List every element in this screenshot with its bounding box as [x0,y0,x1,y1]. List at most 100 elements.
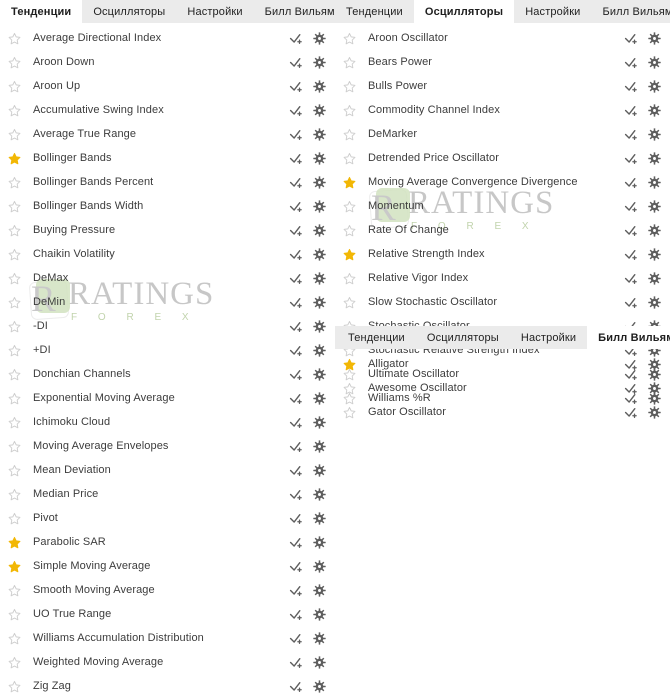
star-icon[interactable] [8,224,21,237]
check-plus-icon[interactable] [289,176,302,189]
tab-oscillators-1[interactable]: Тенденции [335,0,414,23]
gear-icon[interactable] [648,79,661,93]
gear-icon[interactable] [648,175,661,189]
tab-trends-2[interactable]: Осцилляторы [82,0,177,23]
star-icon[interactable] [8,464,21,477]
check-plus-icon[interactable] [289,296,302,309]
gear-icon[interactable] [313,55,326,69]
indicator-row[interactable]: Bears Power [335,50,670,74]
star-icon[interactable] [8,104,21,117]
indicator-row[interactable]: Average Directional Index [0,26,335,50]
tab-trends-3[interactable]: Настройки [176,0,254,23]
check-plus-icon[interactable] [289,416,302,429]
gear-icon[interactable] [313,391,326,405]
check-plus-icon[interactable] [289,272,302,285]
gear-icon[interactable] [648,31,661,45]
indicator-row[interactable]: Weighted Moving Average [0,650,335,674]
star-icon[interactable] [8,248,21,261]
star-icon[interactable] [8,584,21,597]
gear-icon[interactable] [648,271,661,285]
star-icon[interactable] [343,176,356,189]
check-plus-icon[interactable] [289,488,302,501]
check-plus-icon[interactable] [289,680,302,693]
indicator-row[interactable]: UO True Range [0,602,335,626]
check-plus-icon[interactable] [624,272,637,285]
star-icon[interactable] [343,128,356,141]
gear-icon[interactable] [313,247,326,261]
check-plus-icon[interactable] [289,104,302,117]
check-plus-icon[interactable] [289,560,302,573]
indicator-row[interactable]: DeMarker [335,122,670,146]
check-plus-icon[interactable] [289,32,302,45]
check-plus-icon[interactable] [624,104,637,117]
indicator-row[interactable]: +DI [0,338,335,362]
star-icon[interactable] [343,272,356,285]
gear-icon[interactable] [648,381,661,395]
check-plus-icon[interactable] [289,608,302,621]
indicator-row[interactable]: Simple Moving Average [0,554,335,578]
check-plus-icon[interactable] [624,296,637,309]
check-plus-icon[interactable] [289,248,302,261]
check-plus-icon[interactable] [624,382,637,395]
indicator-row[interactable]: Slow Stochastic Oscillator [335,290,670,314]
indicator-row[interactable]: Bollinger Bands Width [0,194,335,218]
check-plus-icon[interactable] [624,56,637,69]
check-plus-icon[interactable] [289,152,302,165]
check-plus-icon[interactable] [624,248,637,261]
star-icon[interactable] [343,382,356,395]
gear-icon[interactable] [313,487,326,501]
indicator-row[interactable]: Pivot [0,506,335,530]
star-icon[interactable] [8,632,21,645]
indicator-row[interactable]: Gator Oscillator [335,400,670,424]
gear-icon[interactable] [648,199,661,213]
gear-icon[interactable] [313,151,326,165]
gear-icon[interactable] [313,655,326,669]
gear-icon[interactable] [648,127,661,141]
gear-icon[interactable] [313,439,326,453]
check-plus-icon[interactable] [289,392,302,405]
star-icon[interactable] [8,488,21,501]
star-icon[interactable] [343,56,356,69]
gear-icon[interactable] [313,79,326,93]
gear-icon[interactable] [313,295,326,309]
indicator-row[interactable]: Aroon Oscillator [335,26,670,50]
check-plus-icon[interactable] [289,440,302,453]
indicator-row[interactable]: Alligator [335,352,670,376]
indicator-row[interactable]: Relative Strength Index [335,242,670,266]
star-icon[interactable] [343,248,356,261]
gear-icon[interactable] [648,103,661,117]
indicator-row[interactable]: Awesome Oscillator [335,376,670,400]
tab-oscillators-4[interactable]: Билл Вильямс [591,0,670,23]
check-plus-icon[interactable] [289,344,302,357]
gear-icon[interactable] [313,559,326,573]
gear-icon[interactable] [313,343,326,357]
check-plus-icon[interactable] [624,200,637,213]
star-icon[interactable] [8,368,21,381]
gear-icon[interactable] [313,535,326,549]
check-plus-icon[interactable] [624,224,637,237]
gear-icon[interactable] [313,631,326,645]
gear-icon[interactable] [313,679,326,693]
indicator-row[interactable]: Aroon Down [0,50,335,74]
star-icon[interactable] [8,128,21,141]
star-icon[interactable] [8,344,21,357]
gear-icon[interactable] [313,175,326,189]
indicator-row[interactable]: Relative Vigor Index [335,266,670,290]
indicator-row[interactable]: Williams Accumulation Distribution [0,626,335,650]
star-icon[interactable] [343,104,356,117]
star-icon[interactable] [343,152,356,165]
indicator-row[interactable]: Detrended Price Oscillator [335,146,670,170]
indicator-row[interactable]: DeMax [0,266,335,290]
tab-bill-williams-2[interactable]: Осцилляторы [415,326,510,349]
check-plus-icon[interactable] [289,224,302,237]
star-icon[interactable] [8,512,21,525]
indicator-row[interactable]: Bulls Power [335,74,670,98]
check-plus-icon[interactable] [624,176,637,189]
star-icon[interactable] [343,224,356,237]
check-plus-icon[interactable] [289,512,302,525]
tab-trends-1[interactable]: Тенденции [0,0,83,23]
star-icon[interactable] [8,152,21,165]
gear-icon[interactable] [313,367,326,381]
gear-icon[interactable] [313,271,326,285]
check-plus-icon[interactable] [289,464,302,477]
